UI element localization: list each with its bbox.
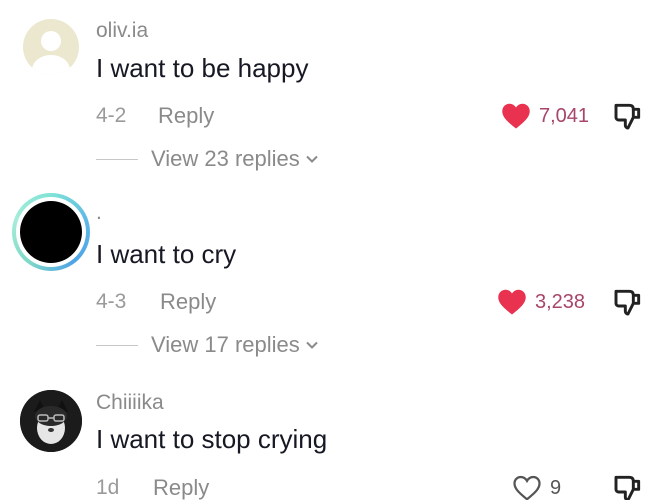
view-replies-label: View 17 replies bbox=[151, 332, 300, 357]
like-button[interactable]: 9 bbox=[512, 472, 561, 500]
thumbs-down-icon[interactable] bbox=[612, 286, 644, 318]
comment-username[interactable]: . bbox=[96, 201, 102, 225]
divider bbox=[96, 158, 138, 160]
view-replies-label: View 23 replies bbox=[151, 146, 300, 171]
thumbs-down-icon[interactable] bbox=[612, 472, 644, 500]
like-count: 7,041 bbox=[539, 104, 590, 127]
reply-button[interactable]: Reply bbox=[160, 289, 216, 315]
avatar[interactable] bbox=[23, 19, 79, 75]
avatar-placeholder-body bbox=[32, 55, 70, 75]
avatar[interactable] bbox=[20, 390, 82, 452]
comment-username[interactable]: Chiiiika bbox=[96, 391, 164, 415]
view-replies-button[interactable]: View 23 replies bbox=[96, 144, 320, 174]
avatar-placeholder-head bbox=[41, 31, 61, 51]
heart-filled-icon bbox=[498, 289, 526, 315]
comment-date: 1d bbox=[96, 476, 120, 499]
comment-text: I want to cry bbox=[96, 239, 237, 269]
reply-button[interactable]: Reply bbox=[158, 103, 214, 129]
comment-list: oliv.ia I want to be happy 4-2 Reply 7,0… bbox=[0, 0, 672, 500]
reply-button[interactable]: Reply bbox=[153, 475, 209, 500]
comment-date: 4-3 bbox=[96, 290, 127, 313]
comment-username[interactable]: oliv.ia bbox=[96, 19, 148, 43]
heart-outline-icon bbox=[513, 475, 541, 500]
divider bbox=[96, 344, 138, 346]
chevron-down-icon bbox=[306, 341, 318, 349]
comment-text: I want to stop crying bbox=[96, 424, 328, 454]
heart-filled-icon bbox=[502, 103, 530, 129]
like-count: 3,238 bbox=[535, 290, 586, 313]
comment-date: 4-2 bbox=[96, 104, 127, 127]
like-count: 9 bbox=[550, 476, 562, 499]
like-button[interactable]: 7,041 bbox=[501, 100, 589, 132]
comment-text: I want to be happy bbox=[96, 53, 309, 83]
view-replies-button[interactable]: View 17 replies bbox=[96, 330, 320, 360]
avatar[interactable] bbox=[12, 193, 90, 271]
cat-avatar-image bbox=[20, 390, 82, 452]
like-button[interactable]: 3,238 bbox=[497, 286, 585, 318]
chevron-down-icon bbox=[306, 155, 318, 163]
thumbs-down-icon[interactable] bbox=[612, 100, 644, 132]
